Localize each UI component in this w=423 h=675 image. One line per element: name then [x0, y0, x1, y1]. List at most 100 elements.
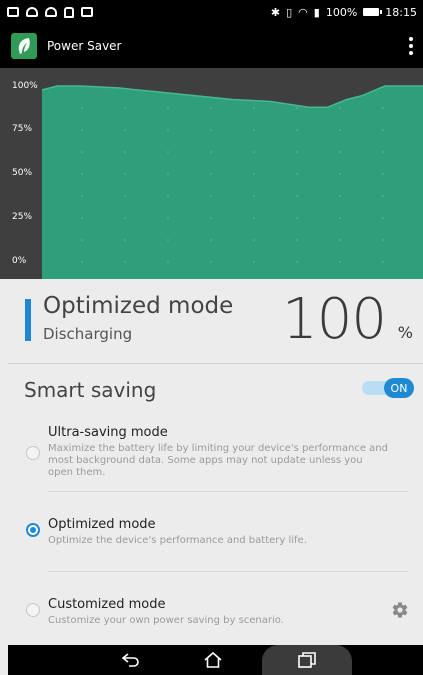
- grid-dot: [339, 129, 341, 131]
- grid-dot: [210, 107, 212, 109]
- more-vert-icon[interactable]: [409, 37, 413, 55]
- grid-dot: [253, 151, 255, 153]
- vibrate-icon: ▯: [286, 5, 293, 19]
- grid-dot: [296, 173, 298, 175]
- grid-dot: [296, 195, 298, 197]
- grid-dot: [253, 173, 255, 175]
- option-ultra-saving[interactable]: Ultra-saving mode Maximize the battery l…: [8, 418, 423, 490]
- grid-dot: [382, 107, 384, 109]
- grid-dot: [339, 195, 341, 197]
- y-tick-label: 50%: [12, 168, 33, 178]
- grid-dot: [339, 151, 341, 153]
- grid-dot: [382, 173, 384, 175]
- option-customized[interactable]: Customized mode Customize your own power…: [8, 586, 423, 642]
- grid-dot: [124, 239, 126, 241]
- grid-dot: [296, 129, 298, 131]
- option-description: Optimize the device's performance and ba…: [48, 535, 307, 546]
- customized-radio[interactable]: [26, 603, 40, 617]
- grid-dot: [382, 129, 384, 131]
- divider: [48, 491, 408, 492]
- grid-dot: [253, 217, 255, 219]
- grid-dot: [382, 217, 384, 219]
- battery-percent-unit: %: [397, 323, 413, 342]
- grid-dot: [167, 107, 169, 109]
- grid-dot: [382, 195, 384, 197]
- cloud-icon: [26, 7, 38, 17]
- smart-saving-section: Smart saving ON Ultra-saving mode Maximi…: [8, 364, 423, 645]
- cloud-upload-icon: [45, 7, 57, 17]
- grid-dot: [296, 239, 298, 241]
- grid-dot: [81, 195, 83, 197]
- notification-icon: [7, 7, 19, 17]
- app-bar: Power Saver: [0, 24, 423, 68]
- grid-dot: [339, 239, 341, 241]
- y-tick-label: 0%: [12, 256, 27, 266]
- wifi-icon: ◠: [298, 5, 308, 19]
- ultra-saving-radio[interactable]: [26, 446, 40, 460]
- option-description: Maximize the battery life by limiting yo…: [48, 443, 388, 478]
- grid-dot: [296, 261, 298, 263]
- battery-percent-value: 100: [282, 287, 387, 352]
- charging-state: Discharging: [43, 325, 133, 343]
- grid-dot: [210, 195, 212, 197]
- mode-accent-bar: [25, 299, 31, 341]
- grid-dot: [81, 107, 83, 109]
- divider: [48, 571, 408, 572]
- grid-dot: [167, 173, 169, 175]
- optimized-radio[interactable]: [26, 523, 40, 537]
- bluetooth-icon: ✱: [270, 5, 281, 19]
- grid-dot: [339, 217, 341, 219]
- grid-dot: [81, 129, 83, 131]
- option-description: Customize your own power saving by scena…: [48, 615, 284, 626]
- option-title: Customized mode: [48, 597, 166, 612]
- grid-dot: [382, 151, 384, 153]
- grid-dot: [253, 239, 255, 241]
- grid-dot: [167, 239, 169, 241]
- app-title: Power Saver: [47, 39, 122, 53]
- grid-dot: [210, 129, 212, 131]
- back-icon[interactable]: [116, 645, 146, 675]
- chart-plot: [41, 85, 423, 279]
- grid-dot: [382, 261, 384, 263]
- grid-dot: [253, 129, 255, 131]
- grid-dot: [167, 195, 169, 197]
- gear-icon[interactable]: [391, 601, 409, 619]
- grid-dot: [124, 129, 126, 131]
- option-optimized[interactable]: Optimized mode Optimize the device's per…: [8, 504, 423, 564]
- leaf-icon: [11, 33, 37, 59]
- y-tick-label: 100%: [12, 81, 38, 91]
- grid-dot: [253, 261, 255, 263]
- toggle-thumb: ON: [384, 378, 414, 398]
- grid-dot: [167, 129, 169, 131]
- grid-dot: [253, 107, 255, 109]
- grid-dot: [296, 151, 298, 153]
- battery-status-panel: Optimized mode Discharging 100 %: [8, 279, 423, 364]
- battery-percent: 100%: [325, 5, 358, 19]
- grid-dot: [382, 239, 384, 241]
- recent-apps-icon[interactable]: [292, 645, 322, 675]
- grid-dot: [296, 107, 298, 109]
- grid-dot: [124, 107, 126, 109]
- grid-dot: [124, 173, 126, 175]
- grid-dot: [124, 195, 126, 197]
- grid-dot: [210, 261, 212, 263]
- home-icon[interactable]: [198, 645, 228, 675]
- grid-dot: [210, 173, 212, 175]
- grid-dot: [167, 151, 169, 153]
- grid-dot: [81, 217, 83, 219]
- option-title: Optimized mode: [48, 517, 156, 532]
- grid-dot: [210, 151, 212, 153]
- status-bar: ✱ ▯ ◠ ▮ 100% 18:15: [0, 0, 423, 24]
- current-mode-title: Optimized mode: [43, 293, 234, 319]
- grid-dot: [167, 217, 169, 219]
- grid-dot: [210, 239, 212, 241]
- grid-dot: [296, 217, 298, 219]
- y-tick-label: 75%: [12, 124, 33, 134]
- smart-saving-toggle[interactable]: ON: [362, 378, 414, 398]
- grid-dot: [81, 239, 83, 241]
- grid-dot: [124, 217, 126, 219]
- clock: 18:15: [385, 5, 417, 19]
- navigation-bar: [8, 645, 423, 675]
- grid-dot: [339, 173, 341, 175]
- smart-saving-title: Smart saving: [24, 378, 157, 402]
